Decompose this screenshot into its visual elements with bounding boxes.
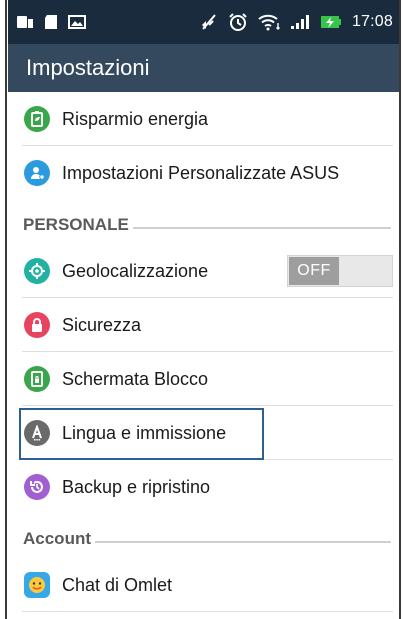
settings-item-label: Risparmio energia: [62, 108, 209, 129]
settings-item-label: Impostazioni Personalizzate ASUS: [62, 162, 340, 183]
battery-saver-icon: [24, 106, 50, 132]
section-header-account: Account: [8, 522, 399, 556]
settings-item-label: Sicurezza: [62, 314, 142, 335]
section-divider: [95, 541, 391, 543]
wifi-icon: [258, 13, 280, 31]
settings-item-label: Lingua e immissione: [62, 422, 227, 443]
settings-item-backup-e-ripristino[interactable]: Backup e ripristino: [8, 460, 399, 514]
settings-item-label: Chat di Omlet: [62, 574, 173, 595]
asus-settings-icon: [24, 160, 50, 186]
toggle-state: OFF: [289, 257, 339, 285]
settings-item-schermata-blocco[interactable]: Schermata Blocco: [8, 352, 399, 406]
image-icon: [68, 14, 86, 30]
settings-item-geolocalizzazione[interactable]: Geolocalizzazione OFF: [8, 244, 399, 298]
location-icon: [24, 258, 50, 284]
signal-icon: [290, 14, 310, 30]
status-time: 17:08: [351, 13, 393, 30]
section-title: Account: [23, 529, 91, 548]
page-title: Impostazioni: [26, 55, 150, 80]
mute-icon: [200, 13, 218, 31]
settings-item-label: Geolocalizzazione: [62, 260, 209, 281]
sim-card-icon: [16, 14, 34, 30]
battery-charging-icon: [320, 14, 342, 30]
section-divider: [132, 227, 391, 229]
backup-icon: [24, 474, 50, 500]
settings-item-label: Schermata Blocco: [62, 368, 209, 389]
lock-icon: [24, 312, 50, 338]
language-icon: [24, 420, 50, 446]
location-toggle[interactable]: OFF: [287, 255, 393, 287]
settings-item-sicurezza[interactable]: Sicurezza: [8, 298, 399, 352]
settings-item-asus[interactable]: Impostazioni Personalizzate ASUS: [8, 146, 399, 200]
divider: [22, 611, 393, 612]
app-bar: Impostazioni: [8, 44, 399, 92]
settings-list: Risparmio energia Impostazioni Personali…: [8, 92, 399, 619]
settings-item-label: Backup e ripristino: [62, 476, 211, 497]
settings-item-risparmio-energia[interactable]: Risparmio energia: [8, 92, 399, 146]
window-frame-right: [399, 0, 404, 619]
section-title: PERSONALE: [23, 215, 129, 234]
sd-card-icon: [44, 14, 58, 30]
section-header-personale: PERSONALE: [8, 208, 399, 242]
settings-item-lingua-e-immissione[interactable]: Lingua e immissione: [8, 406, 399, 460]
status-bar: 17:08: [8, 0, 399, 44]
settings-item-chat-di-omlet[interactable]: Chat di Omlet: [8, 558, 399, 612]
window-frame-left: [0, 0, 8, 619]
omlet-icon: [24, 572, 50, 598]
alarm-icon: [228, 12, 248, 32]
lock-screen-icon: [24, 366, 50, 392]
